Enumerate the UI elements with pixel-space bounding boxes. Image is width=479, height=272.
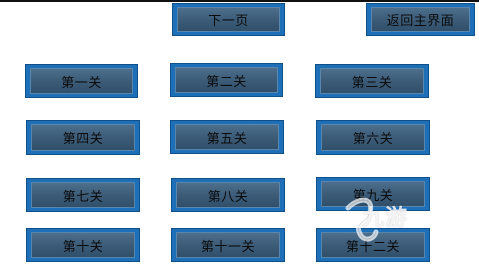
level-3-label: 第三关 xyxy=(351,75,393,91)
level-7-button[interactable]: 第七关 xyxy=(26,178,140,212)
level-5-button[interactable]: 第五关 xyxy=(170,120,284,154)
level-2-button[interactable]: 第二关 xyxy=(170,63,283,97)
level-10-button[interactable]: 第十关 xyxy=(26,228,140,262)
top-border-line xyxy=(0,0,479,2)
back-to-main-button[interactable]: 返回主界面 xyxy=(366,3,475,36)
level-6-button[interactable]: 第六关 xyxy=(316,120,430,155)
level-7-label: 第七关 xyxy=(62,189,104,205)
level-12-button[interactable]: 第十二关 xyxy=(316,228,430,262)
back-to-main-label: 返回主界面 xyxy=(386,14,455,29)
level-9-button[interactable]: 第九关 xyxy=(316,177,430,211)
level-1-label: 第一关 xyxy=(61,75,102,91)
level-8-label: 第八关 xyxy=(207,189,249,205)
level-10-label: 第十关 xyxy=(62,239,104,255)
level-8-button[interactable]: 第八关 xyxy=(171,178,285,212)
level-3-button[interactable]: 第三关 xyxy=(315,64,429,98)
level-12-label: 第十二关 xyxy=(345,239,400,255)
level-6-label: 第六关 xyxy=(352,132,394,147)
level-11-button[interactable]: 第十一关 xyxy=(171,228,285,262)
level-4-button[interactable]: 第四关 xyxy=(26,120,140,155)
level-2-label: 第二关 xyxy=(206,74,247,90)
next-page-label: 下一页 xyxy=(208,14,249,29)
level-5-label: 第五关 xyxy=(206,131,248,147)
level-1-button[interactable]: 第一关 xyxy=(25,64,138,98)
level-9-label: 第九关 xyxy=(352,188,394,204)
level-11-label: 第十一关 xyxy=(200,239,255,255)
next-page-button[interactable]: 下一页 xyxy=(172,3,285,36)
level-4-label: 第四关 xyxy=(62,132,104,147)
